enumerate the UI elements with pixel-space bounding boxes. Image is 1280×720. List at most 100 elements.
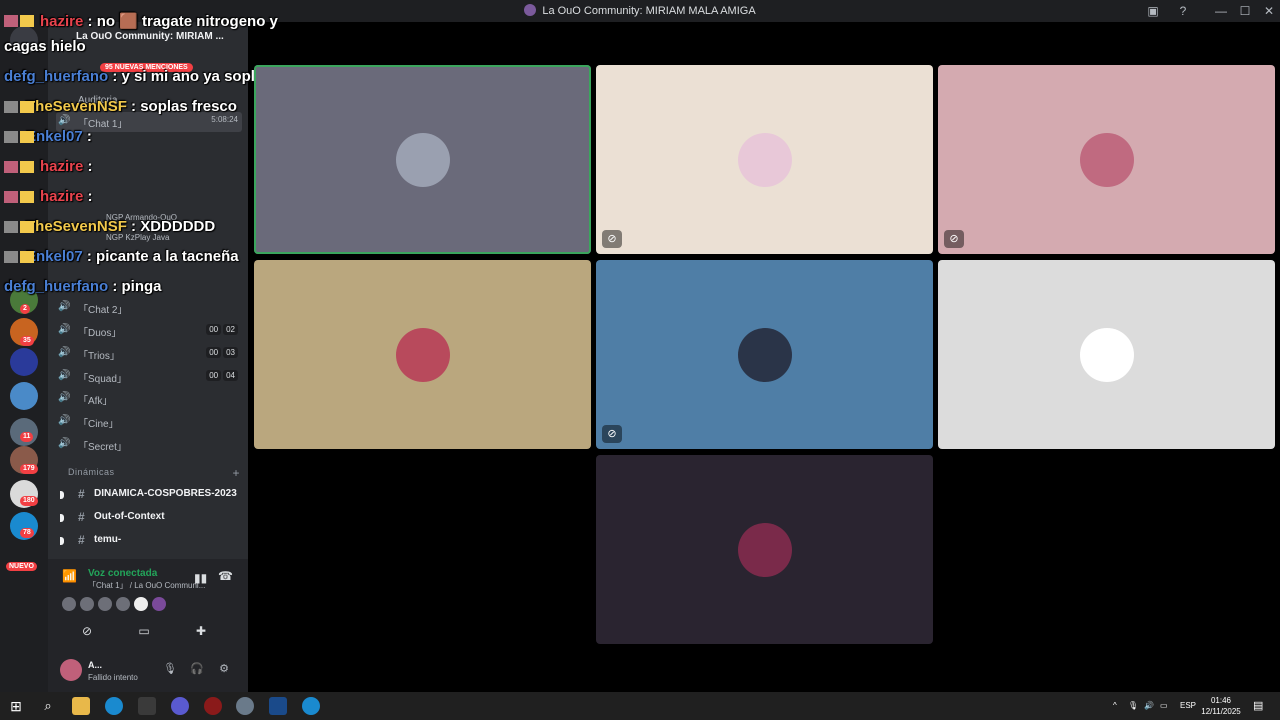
voice-channel-cine[interactable]: 🔊 「Cine」 — [56, 412, 242, 432]
chat-message: hazire : no 🟫 tragate nitrogeno y — [4, 12, 278, 30]
add-channel-icon[interactable]: + — [232, 466, 240, 480]
discord-icon[interactable] — [171, 697, 189, 715]
headphones-icon[interactable]: 🎧 — [189, 662, 205, 678]
avatar[interactable] — [60, 659, 82, 681]
avatar — [4, 131, 18, 143]
voice-channel-duos[interactable]: 🔊 「Duos」 00 02 — [56, 321, 242, 341]
speaker-icon: 🔊 — [58, 392, 71, 403]
participant-tile[interactable] — [254, 65, 591, 254]
edge-icon[interactable] — [105, 697, 123, 715]
server-icon[interactable] — [10, 348, 38, 376]
participant-tile[interactable]: ⊘ — [938, 65, 1275, 254]
voice-participants — [62, 597, 170, 616]
participant-tile[interactable]: ⊘ — [596, 260, 933, 449]
voice-connection-panel: 📶 Voz conectada 「Chat 1」 / La OuO Commun… — [48, 559, 248, 655]
avatar[interactable] — [62, 597, 76, 611]
avatar[interactable] — [152, 597, 166, 611]
app-icon[interactable] — [138, 697, 156, 715]
windows-start-icon[interactable]: ⊞ — [7, 697, 25, 715]
network-icon[interactable]: ▭ — [1160, 692, 1168, 720]
chat-message: cagas hielo — [4, 38, 86, 55]
voice-channel-trios[interactable]: 🔊 「Trios」 00 03 — [56, 344, 242, 364]
avatar — [1079, 327, 1134, 382]
voice-channel-secret[interactable]: 🔊 「Secret」 — [56, 435, 242, 455]
category-dinamicas[interactable]: Dinámicas + — [56, 466, 242, 480]
avatar — [737, 327, 792, 382]
steam-icon[interactable] — [269, 697, 287, 715]
unread-indicator — [60, 514, 64, 522]
language-indicator[interactable]: ESP — [1180, 692, 1196, 720]
participant-tile[interactable] — [596, 455, 933, 644]
volume-icon[interactable]: 🔊 — [1144, 692, 1154, 720]
disconnect-icon[interactable]: ☎ — [218, 569, 233, 583]
avatar — [395, 132, 450, 187]
voice-channel-chat2[interactable]: 🔊 「Chat 2」 — [56, 298, 242, 318]
search-icon[interactable]: ⌕ — [39, 697, 57, 715]
server-icon[interactable] — [10, 382, 38, 410]
browser-icon[interactable] — [302, 697, 320, 715]
text-channel-temu[interactable]: # temu- — [56, 531, 242, 551]
participant-tile[interactable] — [938, 260, 1275, 449]
inbox-icon[interactable]: ▣ — [1142, 0, 1164, 22]
chevron-up-icon[interactable]: ^ — [1113, 692, 1117, 720]
app-icon[interactable] — [236, 697, 254, 715]
notification-icon[interactable]: ▤ — [1253, 692, 1263, 720]
new-badge: NUEVO — [6, 562, 37, 571]
avatar — [1079, 132, 1134, 187]
close-button[interactable]: ✕ — [1258, 0, 1280, 22]
avatar — [737, 522, 792, 577]
system-clock[interactable]: 01:46 12/11/2025 — [1196, 695, 1246, 717]
chat-message: defg_huerfano : y si mi ano ya soplaba — [4, 68, 281, 85]
minimize-button[interactable]: — — [1210, 0, 1232, 22]
chat-username: defg_huerfano — [4, 278, 109, 295]
avatar — [4, 15, 18, 27]
server-rail: 2 35 11 179 180 78 NUEVO — [0, 22, 48, 692]
mention-badge: 11 — [20, 432, 34, 442]
text-channel-out-of-context[interactable]: # Out-of-Context — [56, 508, 242, 528]
chat-message: hazire : — [4, 188, 93, 205]
app-icon[interactable] — [204, 697, 222, 715]
chat-username: defg_huerfano — [4, 68, 109, 85]
noise-suppression-icon[interactable]: ▮▮ — [194, 571, 207, 585]
voice-actions: ⊘ ▭ ✚ — [48, 622, 248, 644]
voice-channel-afk[interactable]: 🔊 「Afk」 — [56, 389, 242, 409]
avatar[interactable] — [134, 597, 148, 611]
avatar[interactable] — [116, 597, 130, 611]
avatar — [737, 132, 792, 187]
chat-username: TheSevenNSF — [26, 98, 127, 115]
hash-icon: # — [78, 487, 85, 501]
avatar — [395, 327, 450, 382]
crown-icon — [20, 101, 34, 113]
unread-indicator — [60, 537, 64, 545]
soundboard-icon[interactable] — [200, 624, 218, 642]
file-explorer-icon[interactable] — [72, 697, 90, 715]
chat-username: Enkel07 — [26, 128, 83, 145]
screen-share-icon[interactable]: ▭ — [135, 624, 153, 642]
voice-channel-squad[interactable]: 🔊 「Squad」 00 04 — [56, 367, 242, 387]
crown-icon — [20, 161, 34, 173]
participant-tile[interactable] — [254, 260, 591, 449]
deafened-icon: ⊘ — [944, 230, 964, 248]
help-icon[interactable]: ? — [1172, 0, 1194, 22]
avatar[interactable] — [98, 597, 112, 611]
mention-badge: 180 — [20, 496, 38, 506]
avatar — [4, 251, 18, 263]
muted-mic-icon: ⊘ — [602, 425, 622, 443]
maximize-button[interactable]: ☐ — [1234, 0, 1256, 22]
server-icon — [524, 4, 537, 16]
avatar[interactable] — [80, 597, 94, 611]
microphone-icon[interactable]: 🎙 — [162, 662, 178, 678]
microphone-icon[interactable]: 🎙 — [1128, 692, 1138, 720]
gear-icon[interactable]: ⚙ — [216, 662, 232, 678]
text-channel-dinamica[interactable]: # DINAMICA-COSPOBRES-2023 — [56, 485, 242, 505]
mention-badge: 179 — [20, 464, 38, 474]
chat-username: TheSevenNSF — [26, 218, 127, 235]
participant-tile[interactable]: ⊘ — [596, 65, 933, 254]
crown-icon — [20, 191, 34, 203]
crown-icon — [20, 251, 34, 263]
speaker-icon: 🔊 — [58, 115, 71, 126]
camera-off-icon[interactable]: ⊘ — [78, 624, 96, 642]
chat-message: defg_huerfano : pinga — [4, 278, 162, 295]
chat-message: Enkel07 : picante a la tacneña — [4, 248, 239, 265]
chat-message: Enkel07 : — [4, 128, 92, 145]
